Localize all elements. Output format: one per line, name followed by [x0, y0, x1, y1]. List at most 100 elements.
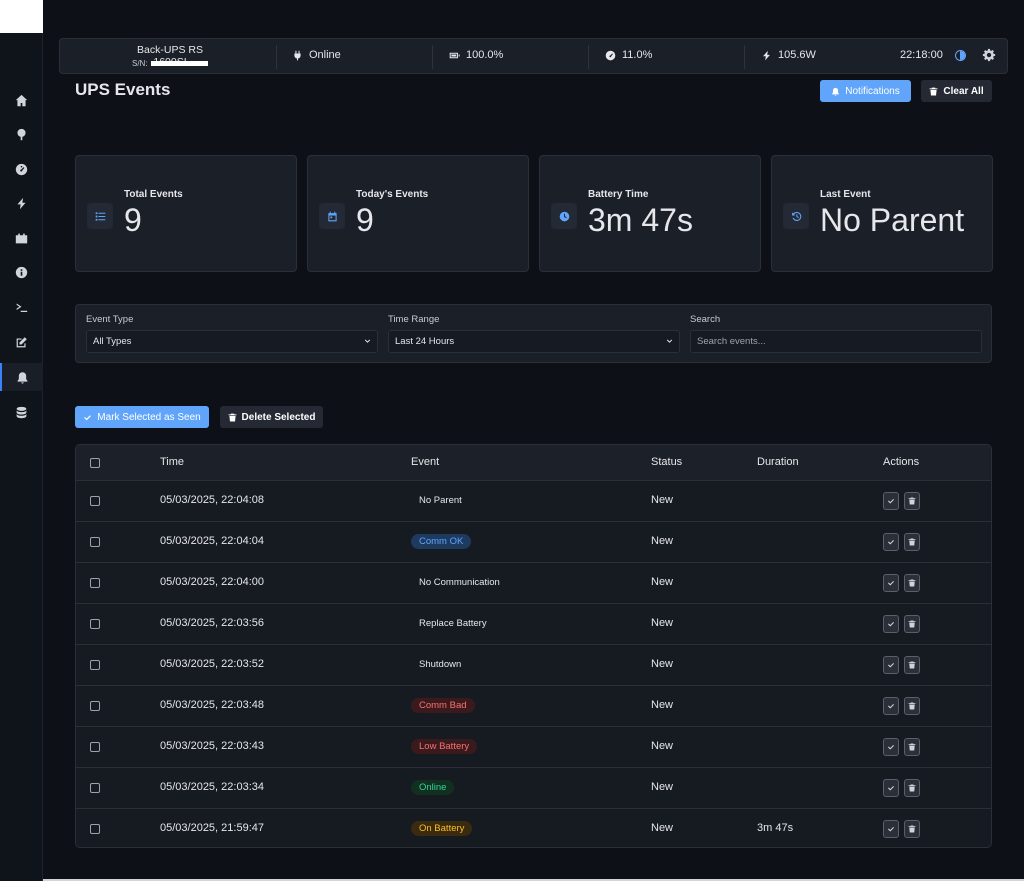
plug-icon	[294, 50, 301, 60]
delete-event-button[interactable]	[904, 533, 920, 551]
stat-card-battery-time: Battery Time 3m 47s	[539, 155, 761, 272]
check-icon	[887, 538, 895, 546]
row-checkbox[interactable]	[90, 783, 100, 793]
mark-seen-button[interactable]	[883, 533, 899, 551]
search-input[interactable]	[690, 330, 982, 353]
row-checkbox[interactable]	[90, 701, 100, 711]
event-badge: Replace Battery	[419, 618, 487, 629]
column-header-event: Event	[411, 456, 440, 468]
delete-event-button[interactable]	[904, 574, 920, 592]
sidebar-item-gauge[interactable]	[0, 155, 43, 183]
chevron-down-icon	[666, 337, 673, 344]
event-type-label: Event Type	[86, 314, 134, 325]
delete-event-button[interactable]	[904, 615, 920, 633]
delete-event-button[interactable]	[904, 656, 920, 674]
row-checkbox[interactable]	[90, 619, 100, 629]
load-level: 11.0%	[605, 49, 652, 61]
mark-seen-button[interactable]	[883, 492, 899, 510]
row-checkbox[interactable]	[90, 496, 100, 506]
delete-event-button[interactable]	[904, 779, 920, 797]
table-header: Time Event Status Duration Actions	[76, 445, 991, 481]
calendar-icon	[327, 211, 337, 221]
stat-label: Today's Events	[356, 189, 429, 200]
stat-value: No Parent	[820, 202, 965, 238]
row-checkbox[interactable]	[90, 824, 100, 834]
sidebar-item-console[interactable]	[0, 293, 43, 321]
bolt-icon	[17, 197, 26, 209]
divider	[744, 45, 745, 69]
bell-icon	[17, 371, 28, 384]
column-header-status: Status	[651, 456, 683, 468]
event-badge: Comm Bad	[411, 698, 475, 713]
row-checkbox[interactable]	[90, 537, 100, 547]
mark-seen-button[interactable]	[883, 779, 899, 797]
row-checkbox[interactable]	[90, 578, 100, 588]
mark-seen-button[interactable]	[883, 738, 899, 756]
table-row: 05/03/2025, 22:04:08 No Parent New	[76, 481, 991, 522]
delete-event-button[interactable]	[904, 738, 920, 756]
mark-seen-label: Mark Selected as Seen	[97, 411, 201, 423]
mark-selected-seen-button[interactable]: Mark Selected as Seen	[75, 406, 209, 428]
table-row: 05/03/2025, 22:03:43 Low Battery New	[76, 727, 991, 768]
event-badge: Shutdown	[419, 659, 462, 670]
event-time: 05/03/2025, 22:03:48	[160, 699, 264, 711]
search-label: Search	[690, 314, 721, 325]
check-icon	[887, 784, 895, 792]
stat-label: Last Event	[820, 189, 871, 200]
sidebar-item-location[interactable]	[0, 120, 43, 148]
trash-icon	[908, 702, 916, 710]
map-pin-icon	[17, 128, 26, 140]
check-icon	[887, 825, 895, 833]
event-type-value: All Types	[93, 336, 132, 347]
mark-seen-button[interactable]	[883, 656, 899, 674]
event-status: New	[651, 822, 674, 834]
delete-event-button[interactable]	[904, 820, 920, 838]
database-icon	[16, 406, 27, 418]
check-icon	[887, 579, 895, 587]
event-type-select[interactable]: All Types	[86, 330, 378, 353]
table-row: 05/03/2025, 22:03:56 Replace Battery New	[76, 604, 991, 645]
trash-icon	[228, 413, 236, 421]
delete-event-button[interactable]	[904, 697, 920, 715]
notifications-button[interactable]: Notifications	[820, 80, 911, 102]
trash-icon	[908, 579, 916, 587]
clear-all-label: Clear All	[943, 85, 984, 97]
bell-icon	[832, 87, 840, 96]
mark-seen-button[interactable]	[883, 820, 899, 838]
stat-value: 9	[124, 202, 142, 238]
stat-icon-box	[87, 203, 113, 229]
theme-toggle-icon[interactable]	[955, 50, 966, 61]
sidebar-item-edit[interactable]	[0, 328, 43, 356]
sidebar-item-info[interactable]	[0, 258, 43, 286]
mark-seen-button[interactable]	[883, 574, 899, 592]
event-status: New	[651, 658, 674, 670]
mark-seen-button[interactable]	[883, 615, 899, 633]
sidebar-item-database[interactable]	[0, 398, 43, 426]
row-checkbox[interactable]	[90, 660, 100, 670]
trash-icon	[908, 497, 916, 505]
delete-selected-button[interactable]: Delete Selected	[220, 406, 323, 428]
info-icon	[15, 266, 28, 278]
time-range-select[interactable]: Last 24 Hours	[388, 330, 680, 353]
delete-event-button[interactable]	[904, 492, 920, 510]
serial-redacted	[150, 61, 208, 66]
settings-button[interactable]	[982, 48, 996, 62]
mark-seen-button[interactable]	[883, 697, 899, 715]
clear-all-button[interactable]: Clear All	[921, 80, 992, 102]
ups-status-bar: Back-UPS RS 1600SI S/N: Online 100.0% 11…	[59, 38, 1008, 74]
trash-icon	[908, 784, 916, 792]
row-checkbox[interactable]	[90, 742, 100, 752]
battery-icon	[15, 233, 28, 243]
sidebar-item-power[interactable]	[0, 189, 43, 217]
stat-value: 9	[356, 202, 374, 238]
sidebar-item-battery[interactable]	[0, 224, 43, 252]
select-all-checkbox[interactable]	[90, 458, 100, 468]
time-range-value: Last 24 Hours	[395, 336, 455, 347]
stat-icon-box	[319, 203, 345, 229]
table-row: 05/03/2025, 21:59:47 On Battery New 3m 47s	[76, 809, 991, 847]
stat-icon-box	[783, 203, 809, 229]
sidebar-item-events[interactable]	[0, 363, 43, 391]
column-header-duration: Duration	[757, 456, 799, 468]
sidebar-item-home[interactable]	[0, 86, 43, 114]
serial-label: S/N:	[132, 59, 148, 68]
